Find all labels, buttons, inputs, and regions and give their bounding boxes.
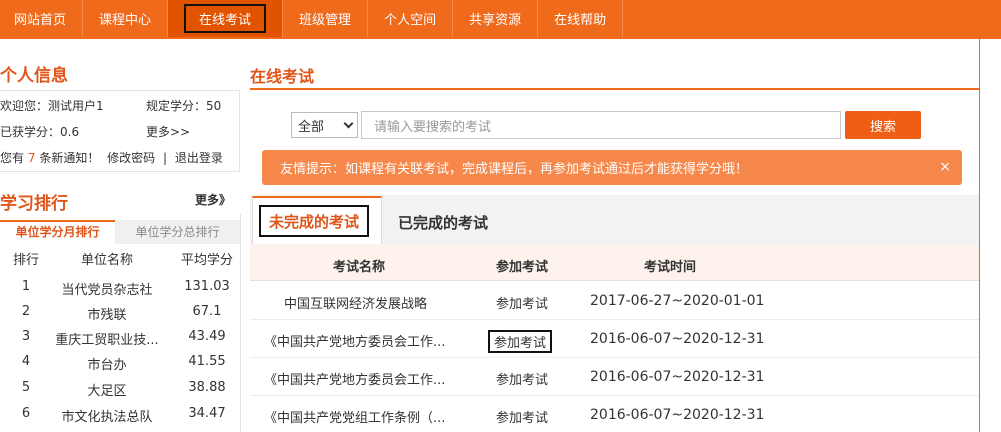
table-row: 《中国共产党党组工作条例（... 参加考试 2016-06-07~2020-12… <box>250 396 979 432</box>
notice-count[interactable]: 7 <box>28 151 36 165</box>
nav-home[interactable]: 网站首页 <box>0 0 84 37</box>
welcome-text: 欢迎您：测试用户1 <box>0 99 104 113</box>
page-right-border <box>979 39 980 432</box>
tab-finished-exams[interactable]: 已完成的考试 <box>398 212 488 233</box>
join-exam-link[interactable]: 参加考试 <box>496 407 548 426</box>
rank-credit: 131.03 <box>184 279 230 294</box>
ranking-header: 排行 单位名称 平均学分 <box>0 249 240 271</box>
table-row: 中国互联网经济发展战略 参加考试 2017-06-27~2020-01-01 <box>250 282 979 320</box>
page-title: 在线考试 <box>250 67 315 86</box>
nav-personal-space[interactable]: 个人空间 <box>368 0 454 37</box>
rank-unit[interactable]: 大足区 <box>46 380 168 399</box>
table-row: 《中国共产党地方委员会工作... 参加考试 2016-06-07~2020-12… <box>250 358 979 396</box>
title-underline <box>250 88 979 90</box>
exam-name: 《中国共产党地方委员会工作... <box>264 373 446 388</box>
ranking-row: 6 市文化执法总队 34.47 <box>0 406 240 432</box>
header-exam-name: 考试名称 <box>333 260 386 275</box>
select-value: 全部 <box>298 119 325 135</box>
sidebar-divider <box>240 214 241 432</box>
main-content: 在线考试 全部 请输入要搜索的考试 搜索 友情提示：如课程有关联考试，完成课程后… <box>250 39 979 432</box>
join-exam-link[interactable]: 参加考试 <box>496 369 548 388</box>
rank-number: 1 <box>21 279 31 294</box>
header-join-exam: 参加考试 <box>496 260 549 275</box>
table-row: 《中国共产党地方委员会工作... 参加考试 2016-06-07~2020-12… <box>250 320 979 358</box>
rank-unit[interactable]: 重庆工贸职业技... <box>46 329 168 348</box>
search-placeholder: 请输入要搜索的考试 <box>374 119 492 135</box>
notice-line: 您有 7 条新通知！ 修改密码 | 退出登录 <box>0 149 223 166</box>
tip-banner: 友情提示：如课程有关联考试，完成课程后，再参加考试通过后才能获得学分哦！ × <box>262 150 962 185</box>
rank-number: 3 <box>21 329 31 344</box>
rank-unit[interactable]: 市台办 <box>46 354 168 373</box>
exam-name: 《中国共产党地方委员会工作... <box>264 335 446 350</box>
search-button[interactable]: 搜索 <box>845 111 921 139</box>
personal-more-link[interactable]: 更多>> <box>146 123 190 140</box>
exam-table-header: 考试名称 参加考试 考试时间 <box>250 244 979 281</box>
notice-suffix[interactable]: 条新通知！ <box>39 151 99 165</box>
rank-unit[interactable]: 市文化执法总队 <box>46 406 168 425</box>
ranking-row: 3 重庆工贸职业技... 43.49 <box>0 329 240 355</box>
close-icon[interactable]: × <box>939 159 951 175</box>
tab-unfinished-exams[interactable]: 未完成的考试 <box>252 196 382 244</box>
rank-unit[interactable]: 市残联 <box>46 304 168 323</box>
rank-credit: 34.47 <box>188 406 226 421</box>
notice-prefix: 您有 <box>0 151 25 165</box>
rank-unit[interactable]: 当代党员杂志社 <box>46 279 168 298</box>
nav-online-help[interactable]: 在线帮助 <box>538 0 624 37</box>
rank-credit: 41.55 <box>188 354 226 369</box>
logout-link[interactable]: 退出登录 <box>175 151 223 165</box>
header-rank: 排行 <box>12 253 39 268</box>
personal-info-title: 个人信息 <box>0 66 68 86</box>
ranking-more-link[interactable]: 更多》 <box>195 191 231 208</box>
ranking-row: 1 当代党员杂志社 131.03 <box>0 279 240 305</box>
tab-monthly-ranking[interactable]: 单位学分月排行 <box>0 220 115 244</box>
rank-credit: 38.88 <box>188 380 226 395</box>
rank-number: 5 <box>21 380 31 395</box>
rank-number: 6 <box>21 406 31 421</box>
top-nav: 网站首页 课程中心 在线考试 班级管理 个人空间 共享资源 在线帮助 <box>0 0 1001 37</box>
nav-online-exam[interactable]: 在线考试 <box>168 0 284 37</box>
exam-time: 2016-06-07~2020-12-31 <box>590 369 765 385</box>
exam-time: 2016-06-07~2020-12-31 <box>590 331 765 347</box>
exam-category-select[interactable]: 全部 <box>291 112 358 138</box>
nav-course-center[interactable]: 课程中心 <box>83 0 169 37</box>
tip-text: 友情提示：如课程有关联考试，完成课程后，再参加考试通过后才能获得学分哦！ <box>280 162 749 177</box>
rank-number: 2 <box>21 304 31 319</box>
tab-total-ranking[interactable]: 单位学分总排行 <box>115 220 240 244</box>
nav-class-management[interactable]: 班级管理 <box>283 0 369 37</box>
rank-credit: 43.49 <box>188 329 226 344</box>
header-unit-name: 单位名称 <box>80 253 133 268</box>
ranking-row: 5 大足区 38.88 <box>0 380 240 406</box>
earned-credits: 已获学分：0.6 <box>0 125 80 139</box>
chevron-down-icon <box>343 118 354 129</box>
join-exam-link[interactable]: 参加考试 <box>496 293 548 312</box>
tab-unfinished-label: 未完成的考试 <box>259 205 369 237</box>
ranking-row: 4 市台办 41.55 <box>0 354 240 380</box>
sidebar: 个人信息 欢迎您：测试用户1 规定学分：50 已获学分：0.6 更多>> 您有 … <box>0 39 241 432</box>
header-avg-credit: 平均学分 <box>180 253 233 268</box>
ranking-title: 学习排行 <box>0 194 68 214</box>
exam-time: 2017-06-27~2020-01-01 <box>590 293 765 309</box>
exam-name: 《中国共产党党组工作条例（... <box>264 411 446 426</box>
rank-credit: 67.1 <box>192 304 222 319</box>
nav-shared-resources[interactable]: 共享资源 <box>453 0 539 37</box>
header-exam-time: 考试时间 <box>644 260 697 275</box>
exam-name: 中国互联网经济发展战略 <box>284 297 428 312</box>
required-credits: 规定学分：50 <box>146 99 222 113</box>
join-exam-link[interactable]: 参加考试 <box>488 330 553 353</box>
link-separator: | <box>163 151 168 165</box>
ranking-row: 2 市残联 67.1 <box>0 304 240 330</box>
rank-number: 4 <box>21 354 31 369</box>
ranking-tabs: 单位学分月排行 单位学分总排行 <box>0 220 240 244</box>
change-password-link[interactable]: 修改密码 <box>107 151 155 165</box>
search-input[interactable]: 请输入要搜索的考试 <box>361 111 841 139</box>
exam-time: 2016-06-07~2020-12-31 <box>590 407 765 423</box>
